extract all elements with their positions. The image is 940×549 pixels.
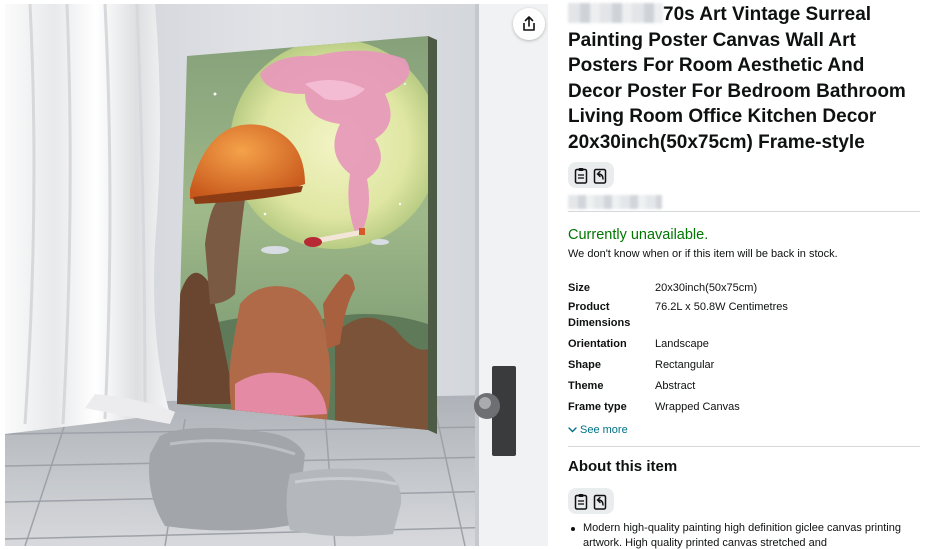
divider <box>568 211 920 212</box>
spec-value: 20x30inch(50x75cm) <box>655 282 758 294</box>
product-title: 70s Art Vintage Surreal Painting Poster … <box>568 2 920 156</box>
clipboard-icon[interactable] <box>574 167 589 184</box>
spec-value: 76.2L x 50.8W Centimetres <box>655 301 788 313</box>
product-image[interactable] <box>5 4 548 546</box>
list-item: Modern high-quality painting high defini… <box>568 521 920 549</box>
spec-key: Orientation <box>568 338 627 350</box>
copy-share-group[interactable] <box>568 162 614 188</box>
availability-status: Currently unavailable. <box>568 227 709 243</box>
about-section-title: About this item <box>568 458 678 475</box>
spec-key: Product Dimensions <box>568 301 631 329</box>
spec-value: Rectangular <box>655 359 715 371</box>
spec-key: Frame type <box>568 401 627 413</box>
availability-note: We don't know when or if this item will … <box>568 248 838 260</box>
share-icon <box>523 16 535 31</box>
share-button[interactable] <box>513 8 545 40</box>
product-title-text: 70s Art Vintage Surreal Painting Poster … <box>568 4 906 153</box>
spec-value: Landscape <box>655 338 709 350</box>
spec-key: Size <box>568 282 591 294</box>
clipboard-icon[interactable] <box>574 493 589 510</box>
about-bullets: Modern high-quality painting high defini… <box>568 521 920 549</box>
share-arrow-icon[interactable] <box>593 493 608 510</box>
spec-value: Abstract <box>655 380 696 392</box>
redacted-brand <box>568 3 663 23</box>
spec-key: Shape <box>568 359 602 371</box>
spec-value: Wrapped Canvas <box>655 401 740 413</box>
see-more-link[interactable]: See more <box>568 424 628 436</box>
see-more-label: See more <box>580 424 628 436</box>
product-photo-illustration <box>5 4 548 546</box>
spec-key: Theme <box>568 380 604 392</box>
chevron-down-icon <box>568 427 577 433</box>
share-arrow-icon[interactable] <box>593 167 608 184</box>
divider <box>568 446 920 447</box>
copy-share-group[interactable] <box>568 488 614 514</box>
redacted-text <box>568 195 662 209</box>
